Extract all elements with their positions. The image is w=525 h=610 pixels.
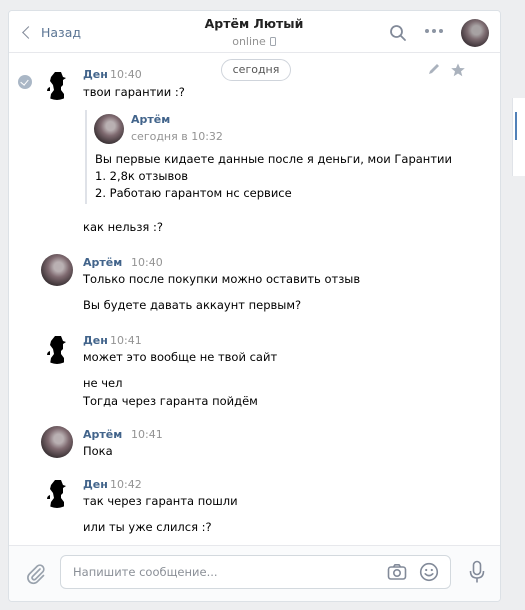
chat-title: Артём Лютый: [204, 16, 304, 31]
message-time[interactable]: 10:42: [110, 478, 142, 491]
author-name[interactable]: Артём: [83, 256, 122, 269]
forwarded-message: Артём сегодня в 10:32 Вы первые кидаете …: [85, 110, 452, 204]
message-text: не чел: [83, 376, 123, 390]
message-time[interactable]: 10:40: [131, 256, 163, 269]
quote-text: 1. 2,8к отзывов: [95, 169, 189, 183]
message-text: так через гаранта пошли: [83, 494, 238, 508]
chat-title-block[interactable]: Артём Лютый online: [159, 16, 349, 48]
message-text: Вы будете давать аккаунт первым?: [83, 298, 302, 312]
chat-panel: Назад Артём Лютый online Ден 10:40 твои …: [8, 10, 501, 602]
message-text: или ты уже слился :?: [83, 520, 212, 534]
author-name[interactable]: Ден: [83, 334, 108, 347]
active-indicator: [515, 112, 517, 140]
chevron-left-icon: [22, 25, 35, 39]
author-name[interactable]: Ден: [83, 478, 108, 491]
side-menu-edge: [512, 98, 525, 176]
avatar[interactable]: [41, 476, 73, 508]
quote-avatar[interactable]: [94, 114, 124, 144]
camera-icon[interactable]: [387, 563, 407, 581]
message-text: Пока: [83, 444, 113, 458]
smile-icon[interactable]: [419, 562, 439, 582]
message-text: Только после покупки можно оставить отзы…: [83, 272, 361, 286]
quote-text: 2. Работаю гарантом нс сервисе: [95, 186, 292, 200]
message-time[interactable]: 10:41: [131, 428, 163, 441]
message-history[interactable]: Ден 10:40 твои гарантии :? Артём сегодня…: [9, 54, 500, 544]
back-button[interactable]: Назад: [21, 23, 81, 41]
quote-author[interactable]: Артём: [131, 113, 170, 126]
message-text: твои гарантии :?: [83, 85, 185, 99]
quote-time[interactable]: сегодня в 10:32: [131, 130, 223, 143]
interlocutor-avatar[interactable]: [461, 19, 489, 47]
chat-header: Назад Артём Лютый online: [9, 11, 500, 53]
online-status: online: [159, 35, 349, 48]
avatar[interactable]: [41, 68, 73, 100]
message-time[interactable]: 10:40: [110, 68, 142, 81]
paperclip-icon[interactable]: [25, 563, 47, 585]
message-text: Тогда через гаранта пойдём: [83, 394, 258, 408]
microphone-icon[interactable]: [468, 560, 486, 584]
author-name[interactable]: Ден: [83, 68, 108, 81]
message-text: может это вообще не твой сайт: [83, 350, 278, 364]
message-text: как нельзя :?: [83, 220, 163, 234]
check-icon[interactable]: [18, 75, 32, 89]
star-icon[interactable]: [450, 62, 466, 78]
pencil-icon[interactable]: [427, 62, 441, 76]
avatar[interactable]: [41, 254, 73, 286]
avatar[interactable]: [41, 332, 73, 364]
author-name[interactable]: Артём: [83, 428, 122, 441]
message-time[interactable]: 10:41: [110, 334, 142, 347]
avatar[interactable]: [41, 426, 73, 458]
back-label: Назад: [41, 24, 82, 40]
quote-text: Вы первые кидаете данные после я деньги,…: [95, 152, 452, 166]
message-composer: [9, 545, 500, 601]
search-icon[interactable]: [389, 24, 407, 42]
more-icon[interactable]: [425, 29, 443, 33]
mobile-icon: [269, 37, 276, 46]
status-text: online: [232, 35, 266, 48]
date-divider[interactable]: сегодня: [221, 59, 291, 81]
